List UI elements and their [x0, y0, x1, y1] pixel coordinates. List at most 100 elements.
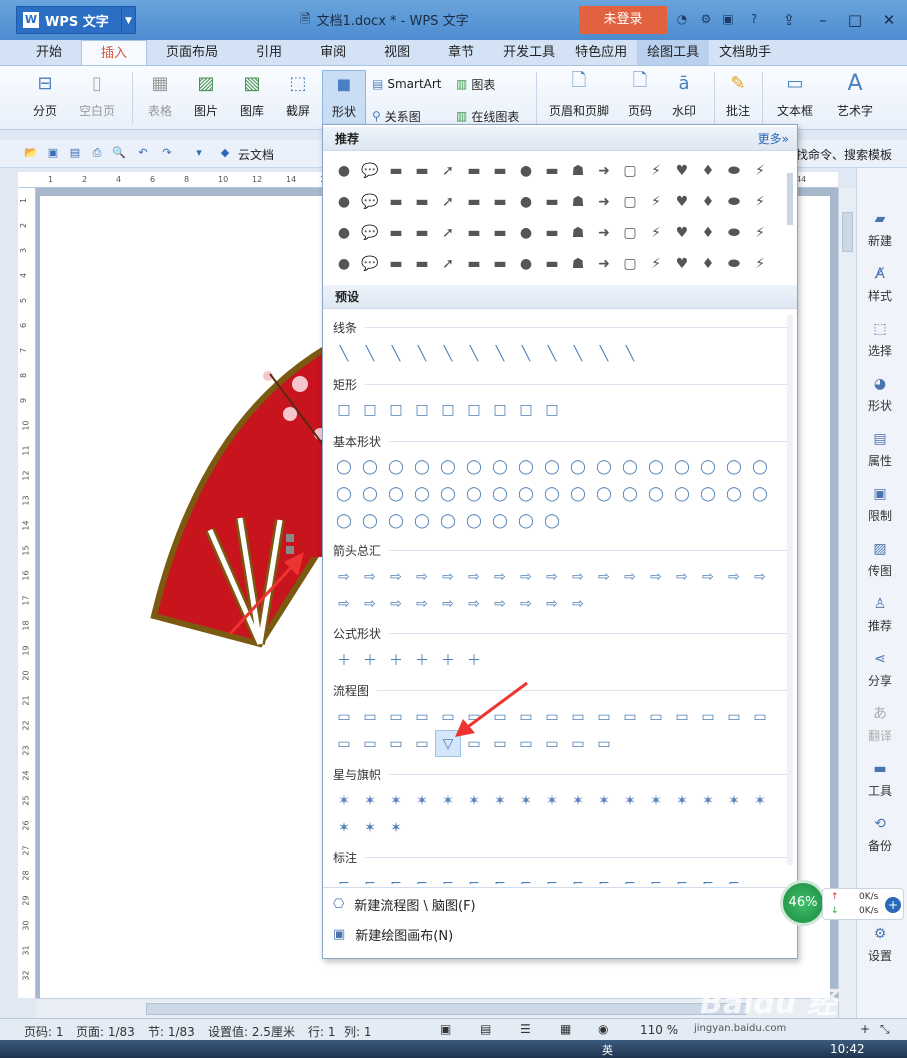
preset-shape[interactable]: ▭: [591, 730, 617, 757]
preset-shape[interactable]: ▭: [643, 703, 669, 730]
recommended-shape[interactable]: ▬: [461, 155, 487, 186]
recommended-shape[interactable]: ♦: [695, 217, 721, 248]
vertical-ruler[interactable]: 1 2 3 4 5 6 7 8 9 10 11 12 13 14 15 16 17 18 19 20 21 22 23 24 2…: [18, 188, 36, 998]
preset-shape[interactable]: ✶: [331, 814, 357, 841]
preset-shape[interactable]: ◯: [357, 507, 383, 534]
recommended-shape[interactable]: 💬: [357, 217, 383, 248]
tab-doc-assistant[interactable]: 文档助手: [709, 40, 781, 65]
dropdown-scrollbar[interactable]: [787, 315, 793, 865]
preset-shape[interactable]: ◯: [461, 507, 487, 534]
web-view-icon[interactable]: ▦: [560, 1022, 571, 1036]
network-speed-widget[interactable]: 46% ↑ 0K/s ↓ 0K/s +: [780, 880, 907, 926]
preset-shape[interactable]: ▭: [747, 703, 773, 730]
recommended-shape[interactable]: ●: [331, 186, 357, 217]
preset-shape[interactable]: ⇨: [591, 563, 617, 590]
recommended-shape[interactable]: ▬: [487, 248, 513, 279]
app-menu-button[interactable]: W WPS 文字 ▼: [16, 6, 136, 34]
recommended-shape[interactable]: 💬: [357, 248, 383, 279]
recommended-shape[interactable]: ▬: [409, 248, 435, 279]
preset-shape[interactable]: ⌐: [721, 870, 747, 885]
preset-shape[interactable]: ◯: [357, 480, 383, 507]
preset-shape[interactable]: ⇨: [331, 590, 357, 617]
plus-icon[interactable]: +: [885, 897, 901, 913]
preset-shape[interactable]: ▭: [539, 730, 565, 757]
preset-shape[interactable]: ⇨: [383, 563, 409, 590]
recommended-shape[interactable]: ⚡: [643, 155, 669, 186]
shapes-button[interactable]: ◼ 形状: [322, 70, 366, 126]
preset-shape[interactable]: □: [331, 396, 357, 423]
recommended-shape[interactable]: ▢: [617, 186, 643, 217]
preset-shape[interactable]: ◯: [695, 480, 721, 507]
preset-shape[interactable]: ⌐: [461, 870, 487, 885]
preset-shape[interactable]: ▭: [721, 703, 747, 730]
recommended-shape[interactable]: ⚡: [643, 186, 669, 217]
wordart-button[interactable]: A 艺术字: [830, 70, 880, 126]
close-button[interactable]: ✕: [876, 8, 902, 32]
preset-shape[interactable]: ▭: [357, 703, 383, 730]
recommended-shape[interactable]: ♥: [669, 186, 695, 217]
search-command-text[interactable]: 找命令、搜索模板: [796, 146, 892, 163]
comment-button[interactable]: ✎ 批注: [720, 70, 756, 126]
preset-shape[interactable]: ◯: [747, 480, 773, 507]
recommended-shape[interactable]: ●: [513, 186, 539, 217]
preset-shape[interactable]: ◯: [591, 480, 617, 507]
preset-shape[interactable]: ◯: [513, 507, 539, 534]
preset-shape[interactable]: ◯: [383, 480, 409, 507]
chart-button[interactable]: ▥ 图表: [456, 74, 495, 94]
page-view-icon[interactable]: ▤: [480, 1022, 491, 1036]
recommended-shape[interactable]: ●: [331, 217, 357, 248]
preset-shape[interactable]: ⌐: [669, 870, 695, 885]
preset-shape[interactable]: □: [539, 396, 565, 423]
preset-shape[interactable]: ▭: [591, 703, 617, 730]
undo-icon[interactable]: ↶: [136, 146, 150, 160]
textbox-button[interactable]: ▭ 文本框: [770, 70, 820, 126]
recommended-shape[interactable]: ●: [513, 155, 539, 186]
preset-shape[interactable]: ＋: [331, 646, 357, 673]
header-footer-button[interactable]: 🗋 页眉和页脚: [544, 70, 614, 126]
settings-icon[interactable]: ⚙: [698, 11, 714, 27]
preset-shape[interactable]: ◯: [539, 480, 565, 507]
preset-shape[interactable]: ⇨: [357, 590, 383, 617]
login-button[interactable]: 未登录: [579, 6, 667, 34]
fullscreen-icon[interactable]: ▣: [440, 1022, 451, 1036]
recommended-shape[interactable]: ♦: [695, 155, 721, 186]
recommended-shape[interactable]: ⚡: [747, 186, 773, 217]
recommended-shape[interactable]: ▬: [409, 186, 435, 217]
preset-shape[interactable]: ◯: [461, 453, 487, 480]
preset-shape[interactable]: ◯: [435, 453, 461, 480]
page-break-button[interactable]: ⊟ 分页: [24, 70, 66, 126]
preset-shape[interactable]: ✶: [331, 787, 357, 814]
recommended-shape[interactable]: ♦: [695, 248, 721, 279]
panel-tools[interactable]: ▬ 工具: [857, 760, 903, 799]
table-button[interactable]: ▦ 表格: [140, 70, 180, 126]
preset-shape[interactable]: ╲: [331, 340, 357, 367]
tab-chapter[interactable]: 章节: [429, 40, 493, 65]
recommended-shape[interactable]: ▬: [383, 186, 409, 217]
preset-shape[interactable]: ✶: [539, 787, 565, 814]
blank-page-button[interactable]: ▯ 空白页: [70, 70, 124, 126]
recommended-shape[interactable]: ▬: [461, 248, 487, 279]
panel-new[interactable]: ▰ 新建: [857, 210, 903, 249]
recommended-shape[interactable]: ⚡: [747, 217, 773, 248]
panel-upload-image[interactable]: ▨ 传图: [857, 540, 903, 579]
recommended-shape[interactable]: ▬: [409, 155, 435, 186]
preset-shape[interactable]: □: [409, 396, 435, 423]
preset-shape[interactable]: □: [357, 396, 383, 423]
preset-shape[interactable]: ⌐: [565, 870, 591, 885]
preset-shape[interactable]: ✶: [383, 814, 409, 841]
preset-shape[interactable]: ＋: [383, 646, 409, 673]
preset-shape[interactable]: ◯: [565, 480, 591, 507]
panel-recommend[interactable]: ♙ 推荐: [857, 595, 903, 634]
panel-translate[interactable]: あ翻译: [857, 705, 903, 744]
preset-shape[interactable]: ◯: [383, 453, 409, 480]
preset-shape[interactable]: ⇨: [643, 563, 669, 590]
recommended-shape[interactable]: ▬: [409, 217, 435, 248]
preset-shape[interactable]: ▭: [617, 703, 643, 730]
preset-shape[interactable]: ╲: [513, 340, 539, 367]
preset-shape[interactable]: ＋: [435, 646, 461, 673]
preset-shape[interactable]: ✶: [409, 787, 435, 814]
preset-shape[interactable]: ▭: [383, 703, 409, 730]
recommended-shape[interactable]: ⚡: [747, 248, 773, 279]
recommended-shape[interactable]: ▬: [487, 217, 513, 248]
recommended-shape[interactable]: ➜: [591, 248, 617, 279]
